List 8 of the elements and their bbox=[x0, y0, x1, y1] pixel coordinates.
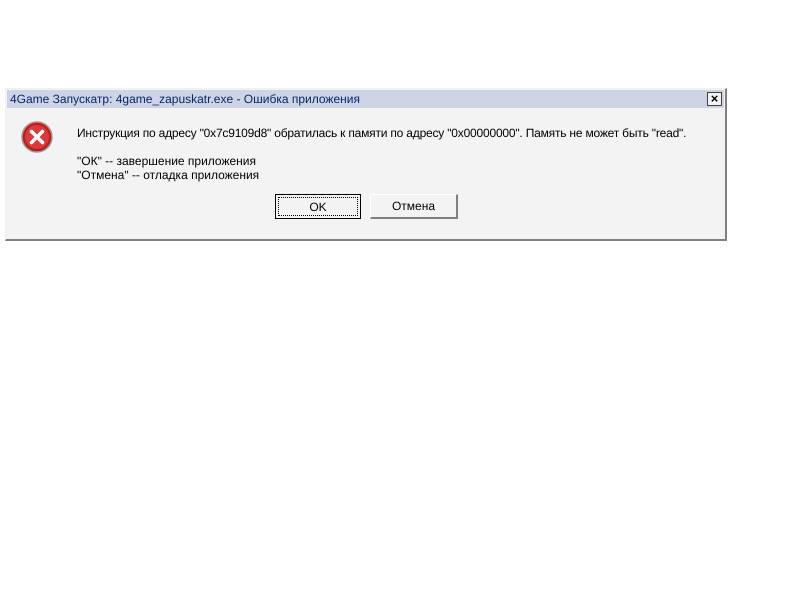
window-title: 4Game Запускатр: 4game_zapuskatr.exe - Ошибка приложения bbox=[10, 91, 360, 108]
note-text: "Отмена" -- отладка приложения bbox=[77, 168, 260, 182]
ok-button[interactable]: OK bbox=[275, 194, 361, 219]
cancel-button[interactable]: Отмена bbox=[370, 194, 458, 219]
close-button[interactable]: × bbox=[707, 92, 722, 106]
error-icon bbox=[21, 121, 53, 153]
error-message: Инструкция по адресу "0x7c9109d8" обратилась к памяти по адресу "0x00000000". Память не может быть "read". bbox=[77, 126, 686, 140]
note-text: "ОК" -- завершение приложения bbox=[77, 154, 257, 168]
